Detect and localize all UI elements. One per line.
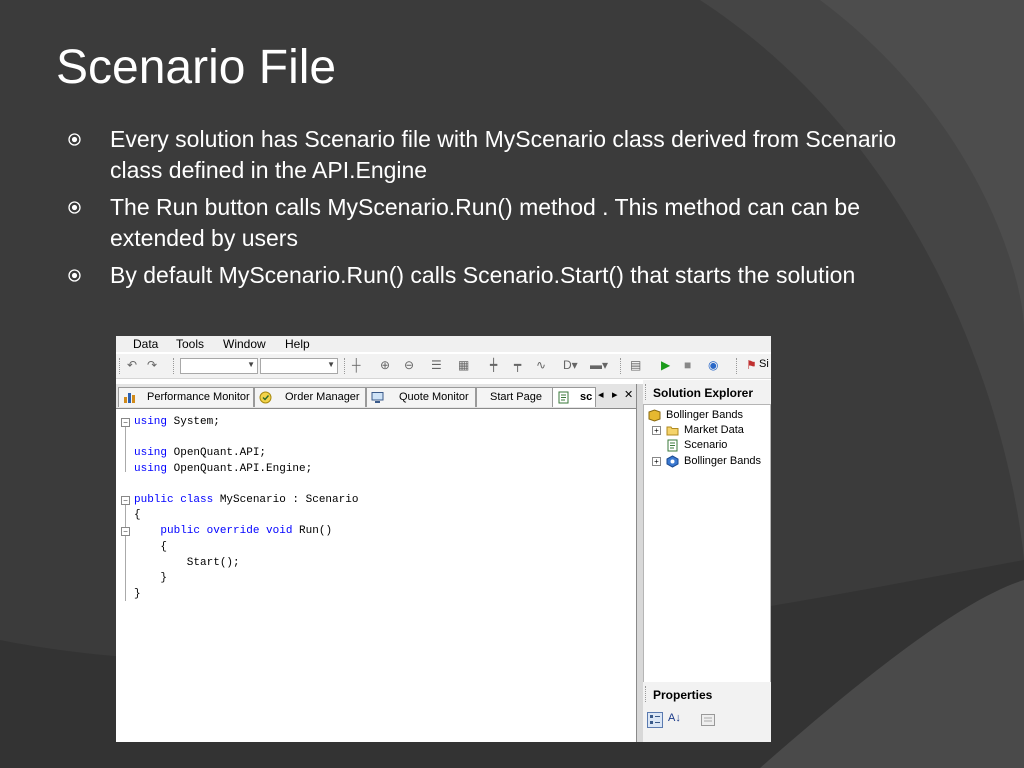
chevron-down-icon: ▼ [327, 360, 335, 369]
document-tabbar: Performance Monitor Order Manager Quote … [116, 384, 640, 409]
bullet-text: The Run button calls MyScenario.Run() me… [110, 194, 861, 251]
code-line: using OpenQuant.API.Engine; [134, 463, 313, 475]
bullet-item: The Run button calls MyScenario.Run() me… [68, 192, 898, 254]
bullet-item: Every solution has Scenario file with My… [68, 124, 898, 186]
toolbar-combo-2[interactable]: ▼ [260, 358, 338, 374]
tab-performance-monitor[interactable]: Performance Monitor [118, 387, 254, 407]
chevron-down-icon: ▼ [247, 360, 255, 369]
tree-item-label: Bollinger Bands [666, 409, 744, 421]
code-editor[interactable]: − − − using System; using OpenQuant.API;… [116, 409, 636, 742]
scroll-tabs-right-icon[interactable]: ▸ [612, 388, 618, 401]
toolbar-separator [620, 358, 622, 374]
document-icon [667, 439, 678, 452]
tree-item-label: Bollinger Bands [684, 455, 762, 467]
circle-bullet-icon [68, 269, 81, 282]
code-line: { [134, 541, 168, 553]
stop-icon[interactable]: ■ [684, 358, 691, 372]
chart-icon [124, 393, 135, 403]
bullet-item: By default MyScenario.Run() calls Scenar… [68, 260, 898, 291]
toolbar: ↶ ↷ ▼ ▼ ┼ ⊕ ⊖ ☰ ▦ ┿ ┯ ∿ D▾ ▬▾ ▤ ▶ ■ ◉ ⚑ … [116, 354, 771, 379]
categorized-icon[interactable] [647, 712, 663, 728]
tab-start-page[interactable]: Start Page [476, 387, 556, 407]
toolbar-truncated-label[interactable]: Si [759, 358, 769, 370]
scroll-tabs-left-icon[interactable]: ◂ [598, 388, 604, 401]
tab-label: sc [580, 391, 593, 403]
tab-order-manager[interactable]: Order Manager [254, 387, 366, 407]
globe-icon[interactable]: ◉ [708, 358, 718, 372]
folder-icon [666, 426, 679, 436]
code-line: Start(); [134, 557, 240, 569]
crosshair-icon[interactable]: ┼ [352, 358, 361, 372]
zoom-out-icon[interactable]: ⊖ [404, 358, 414, 372]
code-line: public override void Run() [134, 525, 333, 537]
calculator-icon[interactable]: ▤ [630, 358, 641, 372]
run-icon[interactable]: ▶ [661, 358, 670, 372]
toolbar-separator [173, 358, 175, 374]
solution-icon [648, 409, 661, 422]
tab-quote-monitor[interactable]: Quote Monitor [366, 387, 476, 407]
code-line: { [134, 509, 141, 521]
toolbar-combo-1[interactable]: ▼ [180, 358, 258, 374]
zoom-in-icon[interactable]: ⊕ [380, 358, 390, 372]
slide-title: Scenario File [56, 41, 337, 94]
fold-toggle[interactable]: − [121, 527, 130, 536]
expand-icon[interactable]: + [652, 426, 661, 435]
solution-explorer-title: Solution Explorer [653, 386, 754, 400]
code-line: } [134, 572, 168, 584]
bullet-text: By default MyScenario.Run() calls Scenar… [110, 262, 856, 288]
tree-item-label: Scenario [684, 439, 728, 451]
circle-bullet-icon [68, 201, 81, 214]
menu-data[interactable]: Data [133, 337, 158, 351]
circle-bullet-icon [68, 133, 81, 146]
bullet-text: Every solution has Scenario file with My… [110, 126, 897, 183]
toolbar-grip [119, 358, 121, 374]
toolbar-separator [344, 358, 346, 374]
menu-bar: Data Tools Window Help [116, 336, 771, 352]
code-line: public class MyScenario : Scenario [134, 494, 359, 506]
tab-label: Start Page [490, 391, 542, 403]
menu-window[interactable]: Window [223, 337, 266, 351]
fold-guide [125, 505, 127, 601]
fold-guide [125, 427, 127, 472]
document-icon [558, 391, 569, 404]
tab-label: Performance Monitor [147, 391, 250, 403]
code-line: using System; [134, 416, 220, 428]
flag-icon[interactable]: ⚑ [746, 358, 757, 372]
expand-icon[interactable]: + [652, 457, 661, 466]
menu-help[interactable]: Help [285, 337, 310, 351]
tab-label: Quote Monitor [399, 391, 469, 403]
toolbar-separator [736, 358, 738, 374]
close-icon[interactable]: ✕ [624, 388, 633, 401]
tab-scenario[interactable]: sc [552, 387, 596, 407]
solution-explorer-panel: Solution Explorer Bollinger Bands + Mark… [643, 380, 771, 720]
property-pages-icon[interactable] [701, 714, 715, 726]
panel-grip [645, 686, 647, 702]
code-line: } [134, 588, 141, 600]
order-icon [259, 391, 272, 404]
redo-icon[interactable]: ↷ [147, 358, 157, 372]
properties-title: Properties [653, 688, 713, 702]
app-screenshot: Data Tools Window Help ↶ ↷ ▼ ▼ ┼ ⊕ ⊖ ☰ ▦… [116, 336, 771, 742]
layout-icon[interactable]: ▬▾ [590, 358, 608, 372]
properties-panel: Properties A↓ [643, 682, 771, 742]
solution-tree: Bollinger Bands + Market Data Scenario +… [643, 404, 771, 700]
tab-label: Order Manager [285, 391, 360, 403]
menu-tools[interactable]: Tools [176, 337, 204, 351]
draw-icon[interactable]: D▾ [563, 358, 578, 372]
strategy-icon [666, 455, 679, 468]
tree-item-label: Market Data [684, 424, 744, 436]
sort-az-icon[interactable]: A↓ [668, 712, 681, 724]
line-chart-icon[interactable]: ∿ [536, 358, 546, 372]
undo-icon[interactable]: ↶ [127, 358, 137, 372]
list-icon[interactable]: ☰ [431, 358, 442, 372]
fold-toggle[interactable]: − [121, 418, 130, 427]
grid-icon[interactable]: ▦ [458, 358, 469, 372]
monitor-icon [371, 392, 384, 403]
fold-toggle[interactable]: − [121, 496, 130, 505]
panel-grip [645, 384, 647, 400]
bar-icon[interactable]: ┯ [514, 358, 521, 372]
candle-icon[interactable]: ┿ [490, 358, 497, 372]
bullet-list: Every solution has Scenario file with My… [68, 124, 898, 297]
code-line: using OpenQuant.API; [134, 447, 267, 459]
